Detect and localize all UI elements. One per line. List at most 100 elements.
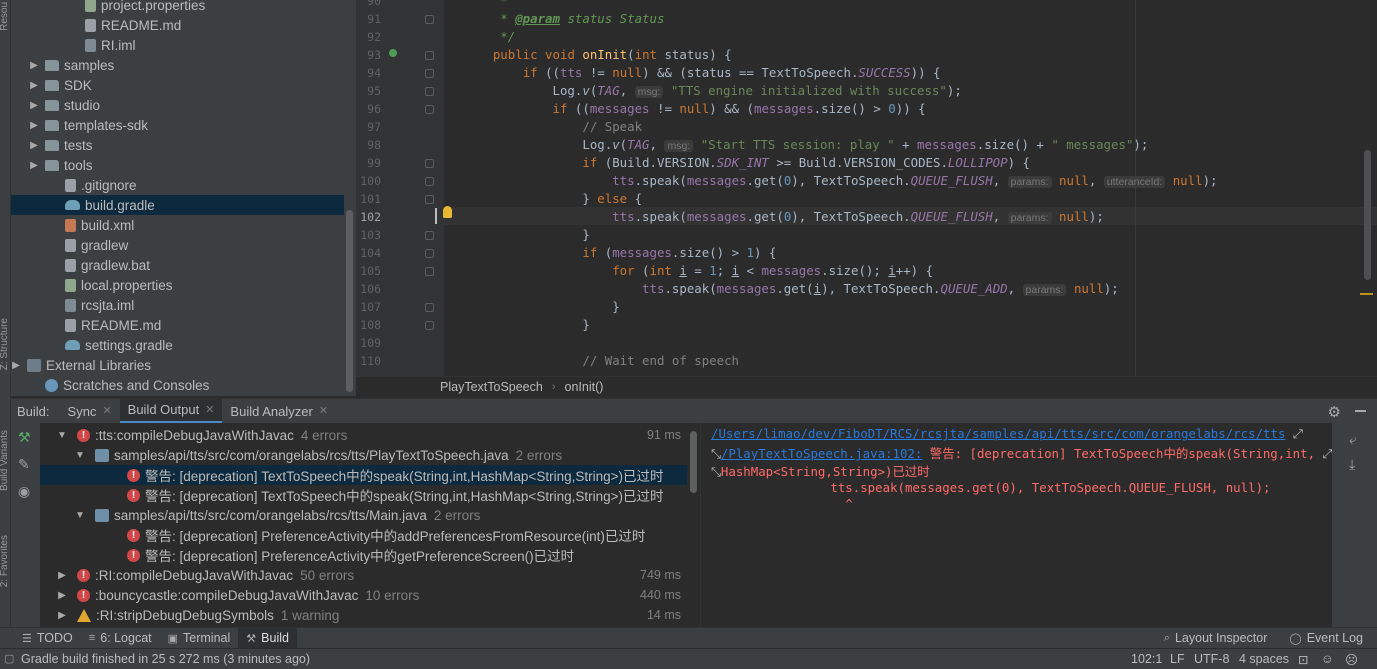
code-editor[interactable]: 90 91 92 93 94 95 96 97 98 99 100 101 102 103 104 105 10… — [356, 0, 1377, 376]
caret-position[interactable]: 102:1 — [1131, 652, 1162, 666]
expand-arrow-icon[interactable]: ▶ — [29, 80, 39, 91]
expand-arrow-icon[interactable]: ▶ — [57, 590, 67, 601]
build-tree-row[interactable]: ▶!:bouncycastle:compileDebugJavaWithJava… — [40, 585, 687, 605]
fold-marker-icon[interactable] — [425, 195, 434, 204]
tree-item[interactable]: build.xml — [11, 215, 344, 235]
structure-tab[interactable]: Z: Structure — [0, 318, 10, 370]
tree-item[interactable]: build.gradle — [11, 195, 344, 215]
tab-build-output[interactable]: Build Output ✕ — [119, 398, 223, 424]
build-console[interactable]: /Users/limao/dev/FiboDT/RCS/rcsjta/sampl… — [702, 423, 1332, 627]
status-message[interactable]: Gradle build finished in 25 s 272 ms (3 … — [21, 652, 310, 666]
expand-arrow-icon[interactable]: ▶ — [29, 120, 39, 131]
tree-item[interactable]: RI.iml — [11, 35, 344, 55]
scrollbar-thumb[interactable] — [346, 210, 353, 392]
project-tree-scrollbar[interactable] — [344, 0, 356, 396]
tool-tab-todo[interactable]: ☰ TODO — [14, 628, 81, 649]
fold-marker-icon[interactable] — [425, 87, 434, 96]
tree-item[interactable]: settings.gradle — [11, 335, 344, 355]
expand-arrow-icon[interactable]: ▶ — [57, 610, 67, 621]
file-encoding[interactable]: UTF-8 — [1194, 652, 1229, 666]
build-tree-row[interactable]: ▼ samples/api/tts/src/com/orangelabs/rcs/… — [40, 505, 687, 525]
editor-scrollbar-thumb[interactable] — [1364, 150, 1371, 280]
tool-tab-layout-inspector[interactable]: ⌕ Layout Inspector — [1156, 628, 1276, 649]
fold-marker-icon[interactable] — [425, 15, 434, 24]
feedback-icon[interactable]: ☹ — [1345, 652, 1358, 667]
tree-item[interactable]: ▶ tools — [11, 155, 344, 175]
pin-icon[interactable]: ✎ — [18, 456, 30, 473]
tree-item[interactable]: README.md — [11, 15, 344, 35]
tool-tab-6-logcat[interactable]: ≡ 6: Logcat — [81, 628, 160, 649]
build-tree-row[interactable]: ▼ samples/api/tts/src/com/orangelabs/rcs/… — [40, 445, 687, 465]
eye-icon[interactable]: ◉ — [18, 483, 30, 500]
fold-marker-icon[interactable] — [425, 159, 434, 168]
tree-item[interactable]: ▶ samples — [11, 55, 344, 75]
tree-item[interactable]: ▶ External Libraries — [11, 355, 344, 375]
expand-arrow-icon[interactable]: ▶ — [29, 140, 39, 151]
tree-item[interactable]: ▶ tests — [11, 135, 344, 155]
gear-icon[interactable]: ⚙ — [1328, 403, 1341, 421]
fold-marker-icon[interactable] — [425, 321, 434, 330]
tree-item[interactable]: ▶ templates-sdk — [11, 115, 344, 135]
override-marker-icon[interactable] — [389, 49, 397, 57]
expand-arrow-icon[interactable]: ▼ — [57, 430, 67, 441]
fold-marker-icon[interactable] — [425, 177, 434, 186]
build-tree-row[interactable]: ▶!:RI:compileDebugJavaWithJavac 50 errors… — [40, 565, 687, 585]
tree-item[interactable]: README.md — [11, 315, 344, 335]
close-icon[interactable]: ✕ — [205, 399, 214, 421]
fold-marker-icon[interactable] — [425, 105, 434, 114]
expand-arrow-icon[interactable]: ▶ — [29, 160, 39, 171]
tab-build-analyzer[interactable]: Build Analyzer ✕ — [222, 399, 336, 424]
tree-item[interactable]: ▶ studio — [11, 95, 344, 115]
tree-item[interactable]: project.properties — [11, 0, 344, 15]
build-tree-row[interactable]: ! 警告: [deprecation] TextToSpeech中的speak(S… — [40, 485, 687, 505]
line-separator[interactable]: LF — [1170, 652, 1185, 666]
breadcrumb-method[interactable]: onInit() — [565, 380, 604, 394]
tool-tab-terminal[interactable]: ▣ Terminal — [160, 628, 239, 649]
inspector-icon[interactable]: ☺ — [1321, 652, 1334, 666]
build-tree-row[interactable]: ▼!:tts:compileDebugJavaWithJavac 4 errors… — [40, 425, 687, 445]
tree-item[interactable]: rcsjta.iml — [11, 295, 344, 315]
toggle-panels-icon[interactable]: ▢ — [4, 652, 14, 665]
hammer-icon[interactable]: ⚒ — [18, 429, 31, 446]
breadcrumb-class[interactable]: PlayTextToSpeech — [440, 380, 543, 394]
resource-manager-tab[interactable]: Resou — [0, 2, 10, 31]
file-link[interactable]: /PlayTextToSpeech.java:102: — [721, 446, 922, 461]
expand-arrow-icon[interactable]: ▶ — [57, 570, 67, 581]
tab-sync[interactable]: Sync ✕ — [60, 399, 120, 424]
minimize-icon[interactable] — [1355, 410, 1366, 412]
tree-item[interactable]: gradlew.bat — [11, 255, 344, 275]
fold-marker-icon[interactable] — [425, 69, 434, 78]
fold-marker-icon[interactable] — [425, 249, 434, 258]
expand-arrow-icon[interactable]: ▶ — [29, 100, 39, 111]
build-tree-row[interactable]: ▶:RI:stripDebugDebugSymbols 1 warning 14 m… — [40, 605, 687, 625]
tool-tab-build[interactable]: ⚒ Build — [238, 627, 297, 649]
expand-arrow-icon[interactable]: ▶ — [29, 60, 39, 71]
build-tree-row[interactable]: ! 警告: [deprecation] TextToSpeech中的speak(S… — [40, 465, 687, 485]
lock-icon[interactable]: ⊡ — [1298, 652, 1308, 667]
fold-marker-icon[interactable] — [425, 51, 434, 60]
close-icon[interactable]: ✕ — [102, 399, 111, 424]
close-icon[interactable]: ✕ — [319, 399, 328, 424]
warning-stripe-marker[interactable] — [1360, 293, 1373, 295]
intention-bulb-icon[interactable] — [443, 206, 452, 218]
indent-setting[interactable]: 4 spaces — [1239, 652, 1289, 666]
build-variants-tab[interactable]: Build Variants — [0, 430, 10, 491]
fold-marker-icon[interactable] — [425, 267, 434, 276]
fold-marker-icon[interactable] — [425, 231, 434, 240]
soft-wrap-icon[interactable]: ⤶ — [1349, 431, 1357, 448]
build-tree-row[interactable]: ! 警告: [deprecation] PreferenceActivity中的a… — [40, 525, 687, 545]
favorites-tab[interactable]: 2: Favorites — [0, 535, 10, 587]
tree-item[interactable]: gradlew — [11, 235, 344, 255]
scroll-to-end-icon[interactable]: ⤓ — [1349, 456, 1355, 473]
fold-marker-icon[interactable] — [425, 303, 434, 312]
build-tree-row[interactable]: ! 警告: [deprecation] PreferenceActivity中的g… — [40, 545, 687, 565]
tool-tab-event-log[interactable]: ◯ Event Log — [1281, 628, 1371, 649]
scrollbar-thumb[interactable] — [690, 431, 697, 493]
expand-arrow-icon[interactable]: ▼ — [75, 450, 85, 461]
expand-arrow-icon[interactable]: ▶ — [11, 360, 21, 371]
expand-arrow-icon[interactable]: ▼ — [75, 510, 85, 521]
path-link[interactable]: /Users/limao/dev/FiboDT/RCS/rcsjta/sampl… — [711, 426, 1285, 441]
tree-item[interactable]: ▶ SDK — [11, 75, 344, 95]
tree-item[interactable]: .gitignore — [11, 175, 344, 195]
tree-item[interactable]: local.properties — [11, 275, 344, 295]
